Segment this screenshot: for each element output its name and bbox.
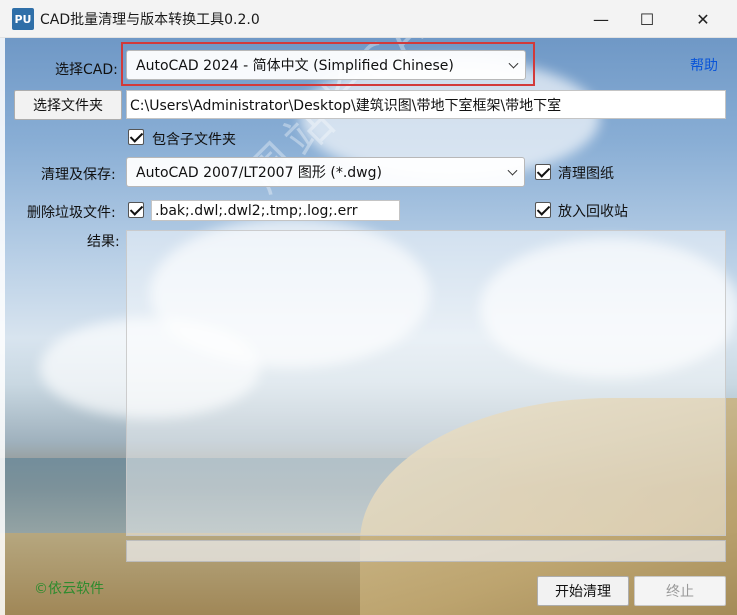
maximize-button[interactable]: ☐ <box>624 0 670 38</box>
cad-label: 选择CAD: <box>55 62 118 78</box>
title-bar: PU CAD批量清理与版本转换工具0.2.0 — ☐ ✕ <box>0 0 737 38</box>
start-button[interactable]: 开始清理 <box>537 576 629 606</box>
purge-checkbox[interactable] <box>535 164 551 180</box>
junk-extensions-field[interactable]: .bak;.dwl;.dwl2;.tmp;.log;.err <box>151 200 400 221</box>
recycle-checkbox[interactable] <box>535 202 551 218</box>
stop-button[interactable]: 终止 <box>634 576 726 606</box>
recycle-label: 放入回收站 <box>558 204 628 220</box>
choose-folder-button[interactable]: 选择文件夹 <box>14 90 122 120</box>
close-button[interactable]: ✕ <box>680 0 726 38</box>
window-title: CAD批量清理与版本转换工具0.2.0 <box>40 12 260 28</box>
app-icon: PU <box>12 8 34 30</box>
highlight-box <box>121 42 535 86</box>
minimize-button[interactable]: — <box>578 0 624 38</box>
footer-copyright: ©依云软件 <box>34 581 104 597</box>
chevron-down-icon <box>507 165 518 176</box>
save-format-select[interactable]: AutoCAD 2007/LT2007 图形 (*.dwg) <box>126 157 525 187</box>
save-format-label: 清理及保存: <box>41 167 116 183</box>
include-subfolders-label: 包含子文件夹 <box>152 132 236 148</box>
close-icon: ✕ <box>696 9 710 29</box>
results-area[interactable] <box>126 230 726 536</box>
delete-junk-label: 删除垃圾文件: <box>27 205 116 221</box>
include-subfolders-checkbox[interactable] <box>128 129 144 145</box>
results-label: 结果: <box>87 234 120 250</box>
minimize-icon: — <box>593 9 609 29</box>
help-link[interactable]: 帮助 <box>690 55 718 75</box>
delete-junk-checkbox[interactable] <box>128 202 144 218</box>
progress-bar <box>126 540 726 562</box>
folder-path-field[interactable]: C:\Users\Administrator\Desktop\建筑识图\带地下室… <box>126 90 726 119</box>
maximize-icon: ☐ <box>639 9 655 29</box>
purge-label: 清理图纸 <box>558 166 614 182</box>
save-format-value: AutoCAD 2007/LT2007 图形 (*.dwg) <box>136 165 382 181</box>
